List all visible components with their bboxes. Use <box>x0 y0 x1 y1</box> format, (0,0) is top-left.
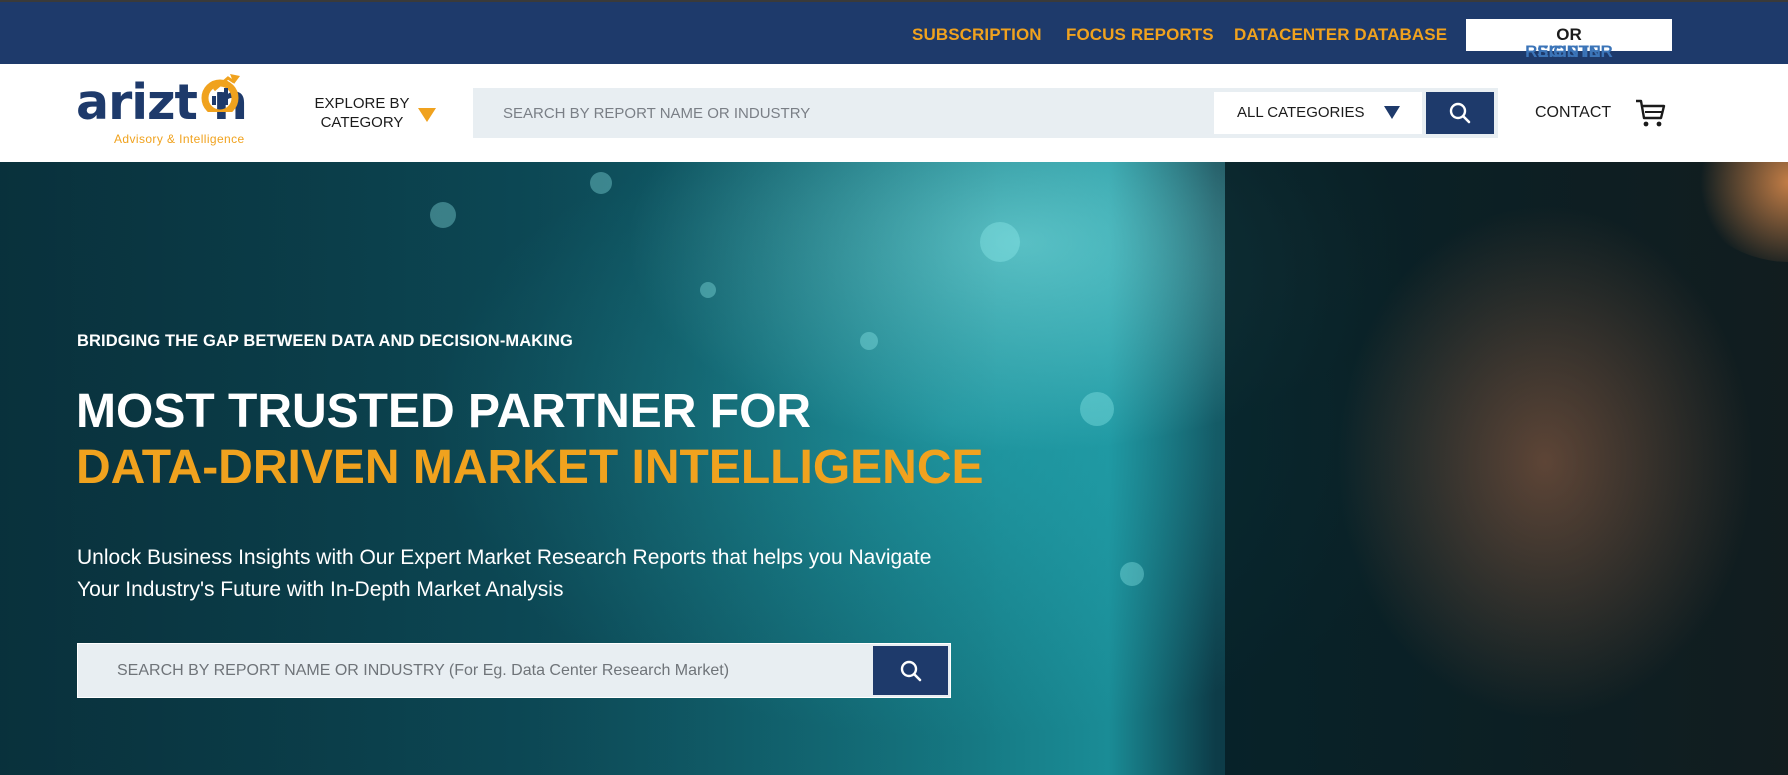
logo-arrow-icon <box>201 74 240 112</box>
chevron-down-icon <box>418 108 436 122</box>
hero-headline-accent: DATA-DRIVEN MARKET INTELLIGENCE <box>76 441 984 494</box>
category-select-label: ALL CATEGORIES <box>1237 104 1365 121</box>
hero-banner: BRIDGING THE GAP BETWEEN DATA AND DECISI… <box>0 162 1788 775</box>
bokeh-dot <box>430 202 456 228</box>
search-icon <box>900 660 921 681</box>
header-search-bar: ALL CATEGORIES <box>473 88 1498 138</box>
hero-search-button[interactable] <box>873 646 948 695</box>
header-search-button[interactable] <box>1426 92 1494 134</box>
hero-description: Unlock Business Insights with Our Expert… <box>77 546 932 601</box>
hero-headline-primary: MOST TRUSTED PARTNER FOR <box>76 385 812 438</box>
bokeh-dot <box>590 172 612 194</box>
bokeh-dot <box>700 282 716 298</box>
datacenter-database-link[interactable]: DATACENTER DATABASE <box>1234 25 1447 45</box>
bokeh-dot <box>1120 562 1144 586</box>
top-utility-bar: SUBSCRIPTION FOCUS REPORTS DATACENTER DA… <box>0 0 1788 64</box>
auth-box: SIGN IN OR REGISTER <box>1466 19 1672 61</box>
logo-subtitle: Advisory & Intelligence <box>114 132 245 146</box>
hero-tagline: BRIDGING THE GAP BETWEEN DATA AND DECISI… <box>77 332 573 350</box>
arizton-logo[interactable]: arizt n Advisory & Intelligence <box>76 74 266 150</box>
focus-reports-link[interactable]: FOCUS REPORTS <box>1066 25 1214 45</box>
bokeh-dot <box>860 332 878 350</box>
bokeh-dot <box>980 222 1020 262</box>
subscription-link[interactable]: SUBSCRIPTION <box>912 25 1042 45</box>
chevron-down-icon <box>1384 106 1400 119</box>
header-search-input[interactable] <box>473 88 1213 138</box>
category-select[interactable]: ALL CATEGORIES <box>1214 92 1422 134</box>
explore-by-category-button[interactable]: EXPLORE BY CATEGORY <box>312 94 438 134</box>
search-icon <box>1449 102 1471 124</box>
bokeh-dot <box>1080 392 1114 426</box>
explore-label: EXPLORE BY CATEGORY <box>314 95 410 131</box>
register-link[interactable]: REGISTER <box>1525 42 1613 62</box>
contact-link[interactable]: CONTACT <box>1535 104 1611 122</box>
cart-icon[interactable] <box>1634 98 1666 128</box>
hero-photo-area <box>1225 162 1788 775</box>
hero-search-input[interactable] <box>78 644 872 697</box>
main-header: arizt n Advisory & Intelligence EXPLORE … <box>0 64 1788 162</box>
hero-search-bar <box>77 643 951 698</box>
